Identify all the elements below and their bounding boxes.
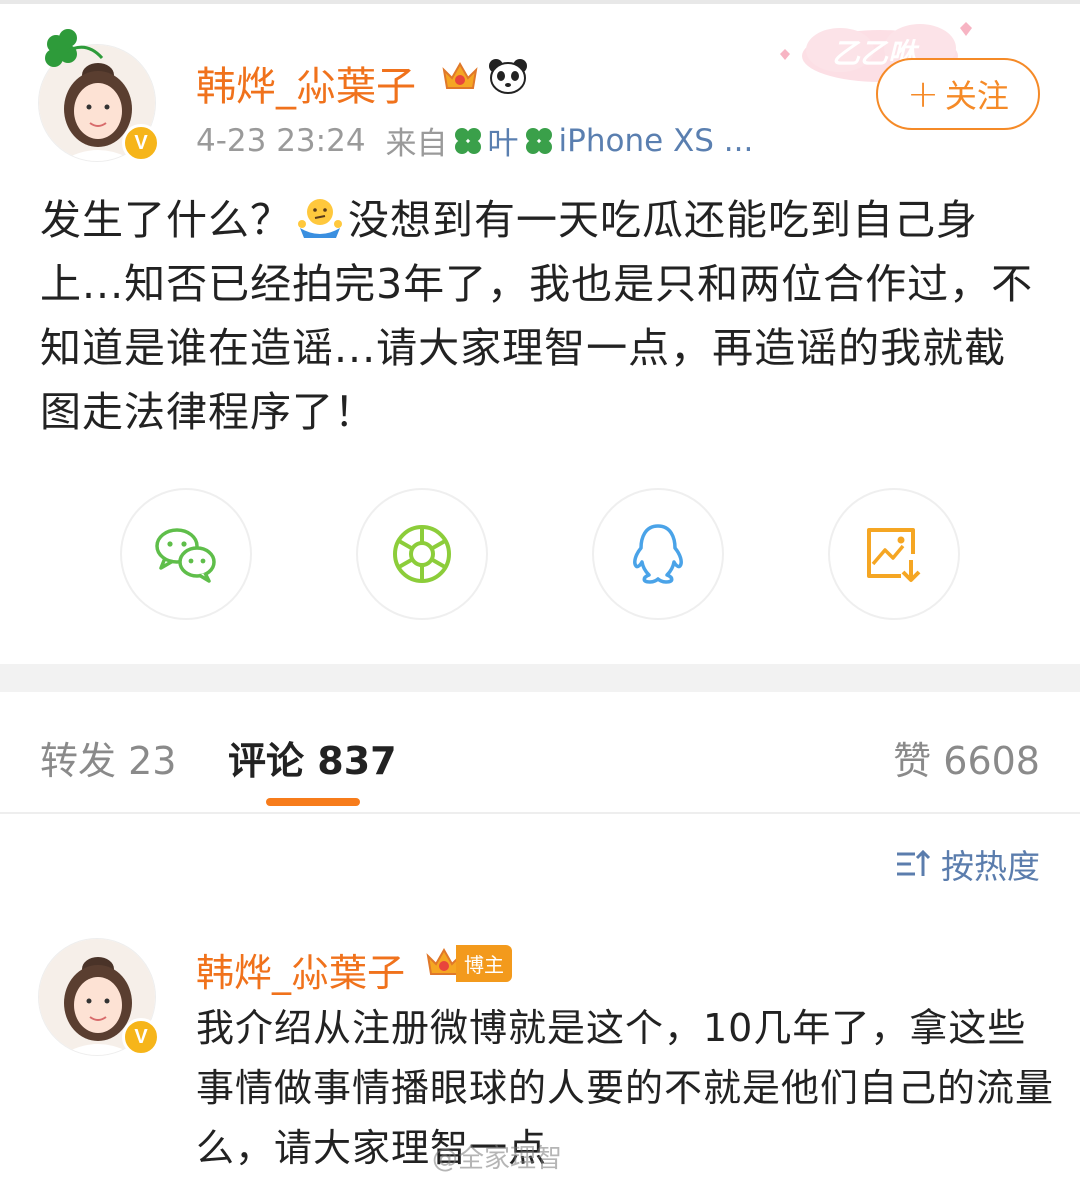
tab-like-count: 6608 (943, 739, 1040, 783)
post-author-name[interactable]: 韩烨_尛葉子 (196, 54, 416, 112)
comment-avatar[interactable]: V (38, 938, 160, 1056)
interaction-tabs: 转发 23 评论 837 赞 6608 (0, 692, 1080, 814)
verified-badge-icon: V (122, 124, 160, 162)
crown-icon (442, 61, 478, 89)
panda-icon (489, 59, 527, 94)
verified-badge-icon: V (122, 1018, 160, 1056)
active-tab-indicator (266, 798, 360, 806)
tab-comment[interactable]: 评论 837 (228, 730, 397, 785)
author-badge-label: 博主 (456, 944, 512, 982)
tab-comment-count: 837 (317, 739, 397, 783)
source-device[interactable]: iPhone XS ... (559, 123, 754, 159)
comment-author-name[interactable]: 韩烨_尛葉子 (196, 942, 405, 997)
top-divider (0, 0, 1080, 4)
share-wechat-button[interactable] (120, 488, 252, 620)
post-time: 4-23 23:24 (196, 122, 366, 159)
plus-icon: + (907, 72, 939, 116)
comment-text: 我介绍从注册微博就是这个，10几年了，拿这些事情做事情播眼球的人要的不就是他们自… (196, 1006, 1055, 1170)
tab-like[interactable]: 赞 6608 (893, 730, 1040, 785)
moments-icon (393, 525, 451, 583)
post-avatar[interactable]: V (38, 29, 160, 162)
sort-icon (897, 849, 931, 876)
follow-label: 关注 (944, 77, 1009, 115)
shrug-emoji-icon (298, 199, 342, 238)
share-qq-button[interactable] (592, 488, 724, 620)
tab-like-label: 赞 (893, 739, 932, 783)
watermark: @全家理智 (432, 1144, 563, 1174)
source-name[interactable]: 叶 (488, 118, 519, 163)
save-image-icon (867, 528, 921, 582)
clover-icon (454, 127, 481, 154)
tab-repost[interactable]: 转发 23 (40, 730, 176, 785)
qq-icon (633, 524, 683, 584)
author-badges (440, 56, 530, 96)
source-prefix: 来自 (385, 126, 448, 162)
sort-toggle[interactable]: 按热度 (895, 840, 1040, 888)
content-text: 发生了什么？ (40, 196, 292, 244)
author-badge: 博主 (424, 944, 512, 982)
follow-button[interactable]: + 关注 (876, 58, 1040, 130)
section-divider (0, 664, 1080, 692)
tab-repost-label: 转发 (40, 739, 117, 783)
post-content: 发生了什么？ 没想到有一天吃瓜还能吃到自己身上...知否已经拍完3年了，我也是只… (40, 188, 1040, 444)
wechat-icon (155, 528, 216, 583)
save-image-button[interactable] (828, 488, 960, 620)
tab-repost-count: 23 (128, 739, 177, 783)
sort-label: 按热度 (941, 847, 1040, 886)
clover-icon (525, 127, 552, 154)
tab-comment-label: 评论 (228, 739, 305, 783)
post-meta: 4-23 23:24 来自 叶 iPhone XS ... (196, 118, 753, 163)
share-row (0, 488, 1080, 620)
clover-icon (45, 29, 104, 67)
share-moments-button[interactable] (356, 488, 488, 620)
